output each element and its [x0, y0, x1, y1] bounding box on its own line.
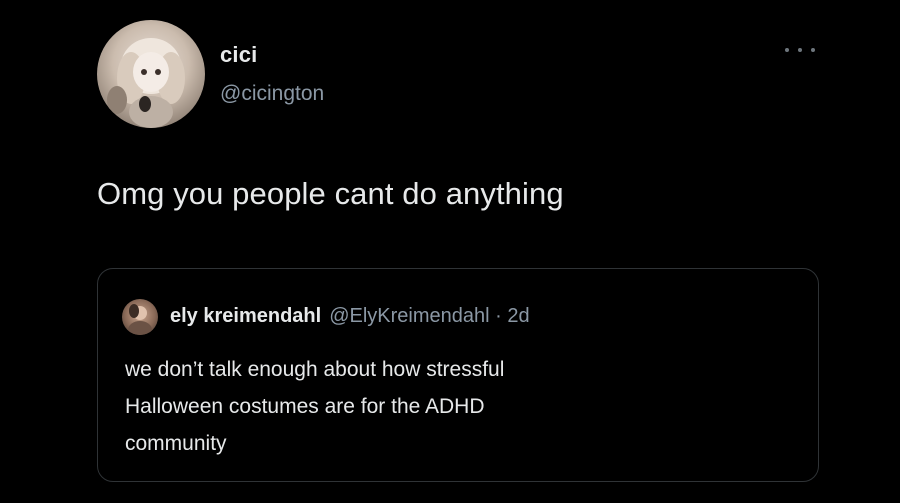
- quoted-text-line: community: [125, 432, 227, 455]
- quoted-avatar[interactable]: [122, 299, 158, 335]
- more-dot: [798, 48, 802, 52]
- profile-avatar[interactable]: [97, 20, 205, 128]
- person-avatar-image: [128, 304, 152, 335]
- tweet-text: Omg you people cant do anything: [97, 176, 564, 211]
- quoted-separator: ·: [495, 305, 502, 327]
- more-dot: [811, 48, 815, 52]
- quoted-text: we don’t talk enough about how stressful…: [125, 351, 805, 462]
- display-name[interactable]: cici: [220, 42, 258, 68]
- quoted-text-line: we don’t talk enough about how stressful: [125, 358, 505, 381]
- quoted-timestamp[interactable]: 2d: [507, 305, 529, 327]
- more-horizontal-icon[interactable]: [785, 42, 815, 58]
- more-dot: [785, 48, 789, 52]
- user-handle[interactable]: @cicington: [220, 82, 324, 106]
- quoted-handle[interactable]: @ElyKreimendahl: [329, 305, 489, 327]
- tweet-card: cici @cicington Omg you people cant do a…: [0, 0, 900, 503]
- quoted-tweet[interactable]: ely kreimendahl @ElyKreimendahl · 2d we d…: [97, 268, 819, 482]
- quoted-display-name[interactable]: ely kreimendahl: [170, 305, 321, 327]
- quoted-header: ely kreimendahl @ElyKreimendahl · 2d: [170, 305, 530, 328]
- quoted-text-line: Halloween costumes are for the ADHD: [125, 395, 485, 418]
- doll-avatar-image: [107, 38, 185, 128]
